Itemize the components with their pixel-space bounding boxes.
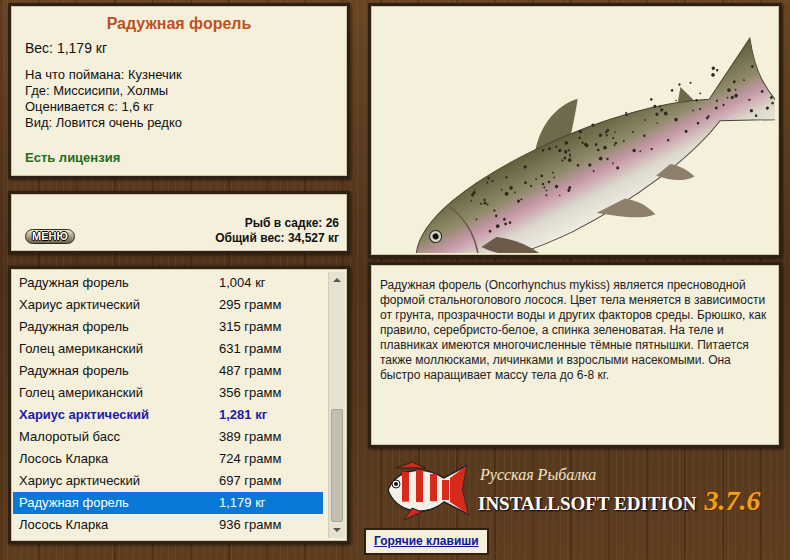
total-weight: Общий вес: 34,527 кг [215, 231, 339, 246]
catch-name: Малоротый басс [19, 427, 219, 447]
version-label: 3.7.6 [704, 487, 760, 515]
catch-list-panel: Радужная форель1,004 кгХариус арктически… [8, 266, 350, 544]
catch-name: Хариус арктический [19, 405, 219, 425]
catch-weight: 724 грамм [219, 449, 281, 469]
catch-name: Лосось Кларка [19, 449, 219, 469]
fish-count: Рыб в садке: 26 [215, 216, 339, 231]
game-title: Русская Рыбалка [480, 467, 760, 483]
game-logo: Русская Рыбалка INSTALLSOFT EDITION 3.7.6 [368, 458, 782, 524]
fish-detail: Где: Миссисипи, Холмы [25, 83, 333, 99]
catch-name: Радужная форель [19, 273, 219, 293]
hotkeys-link[interactable]: Горячие клавиши [374, 534, 479, 548]
scroll-track[interactable] [329, 288, 345, 522]
fish-weight: Вес: 1,179 кг [25, 38, 333, 59]
catch-list: Радужная форель1,004 кгХариус арктически… [11, 272, 328, 538]
scrollbar[interactable] [328, 272, 345, 538]
catch-name: Радужная форель [19, 493, 219, 513]
catch-weight: 697 грамм [219, 471, 281, 491]
keepnet-panel: МЕНЮ Рыб в садке: 26Общий вес: 34,527 кг [8, 191, 350, 254]
trout-icon [375, 8, 775, 253]
catch-name: Хариус арктический [19, 471, 219, 491]
fish-detail: На что поймана: Кузнечик [25, 67, 333, 83]
game-screen: Радужная форельВес: 1,179 кгНа что пойма… [0, 0, 790, 555]
edition-label: INSTALLSOFT EDITION [478, 494, 696, 513]
catch-row[interactable]: Голец американский631 грамм [13, 338, 323, 360]
up-arrow-icon [333, 278, 341, 282]
catch-row[interactable]: Лосось Кларка936 грамм [13, 514, 323, 536]
keepnet-info: Рыб в садке: 26Общий вес: 34,527 кг [215, 216, 339, 246]
catch-weight: 1,281 кг [219, 405, 267, 425]
right-column: Радужная форель (Oncorhynchus mykiss) яв… [368, 3, 782, 555]
catch-weight: 1,004 кг [219, 273, 266, 293]
fish-title: Радужная форель [25, 12, 333, 36]
catch-row[interactable]: Радужная форель1,004 кг [13, 272, 323, 294]
left-column: Радужная форельВес: 1,179 кгНа что пойма… [8, 3, 350, 555]
fish-detail: Оценивается с: 1,6 кг [25, 99, 333, 115]
catch-weight: 356 грамм [219, 383, 281, 403]
down-arrow-icon [333, 528, 341, 532]
catch-name: Голец американский [19, 383, 219, 403]
catch-weight: 295 грамм [219, 295, 281, 315]
logo-text: Русская Рыбалка INSTALLSOFT EDITION 3.7.6 [478, 467, 760, 515]
catch-weight: 487 грамм [219, 361, 281, 381]
catch-row[interactable]: Радужная форель1,179 кг [13, 492, 323, 514]
catch-row[interactable]: Малоротый басс389 грамм [13, 426, 323, 448]
catch-row[interactable]: Радужная форель487 грамм [13, 360, 323, 382]
catch-name: Голец американский [19, 339, 219, 359]
catch-name: Лосось Кларка [19, 515, 219, 535]
scroll-thumb[interactable] [331, 409, 343, 521]
catch-row[interactable]: Радужная форель315 грамм [13, 316, 323, 338]
catch-weight: 389 грамм [219, 427, 281, 447]
license-status: Есть лицензия [25, 148, 333, 168]
fish-details: На что поймана: КузнечикГде: Миссисипи, … [25, 67, 333, 131]
fish-picture [368, 3, 782, 258]
catch-row[interactable]: Хариус арктический1,281 кг [13, 404, 323, 426]
edition-line: INSTALLSOFT EDITION 3.7.6 [478, 487, 760, 515]
scroll-up-button[interactable] [329, 272, 345, 288]
catch-weight: 315 грамм [219, 317, 281, 337]
hotkeys-box: Горячие клавиши [364, 528, 489, 555]
catch-weight: 1,179 кг [219, 493, 266, 513]
striped-fish-icon [382, 460, 472, 522]
catch-row[interactable]: Хариус арктический295 грамм [13, 294, 323, 316]
catch-name: Радужная форель [19, 361, 219, 381]
fish-detail: Вид: Ловится очень редко [25, 115, 333, 131]
scroll-down-button[interactable] [329, 522, 345, 538]
fish-card: Радужная форельВес: 1,179 кг На что пойма… [8, 3, 350, 179]
fish-description: Радужная форель (Oncorhynchus mykiss) яв… [380, 278, 770, 383]
description-panel: Радужная форель (Oncorhynchus mykiss) яв… [368, 262, 782, 448]
catch-row[interactable]: Голец американский356 грамм [13, 382, 323, 404]
catch-row[interactable]: Лосось Кларка724 грамм [13, 448, 323, 470]
catch-row[interactable]: Хариус арктический697 грамм [13, 470, 323, 492]
catch-name: Радужная форель [19, 317, 219, 337]
menu-button[interactable]: МЕНЮ [25, 229, 75, 244]
catch-name: Хариус арктический [19, 295, 219, 315]
catch-weight: 631 грамм [219, 339, 281, 359]
catch-weight: 936 грамм [219, 515, 281, 535]
